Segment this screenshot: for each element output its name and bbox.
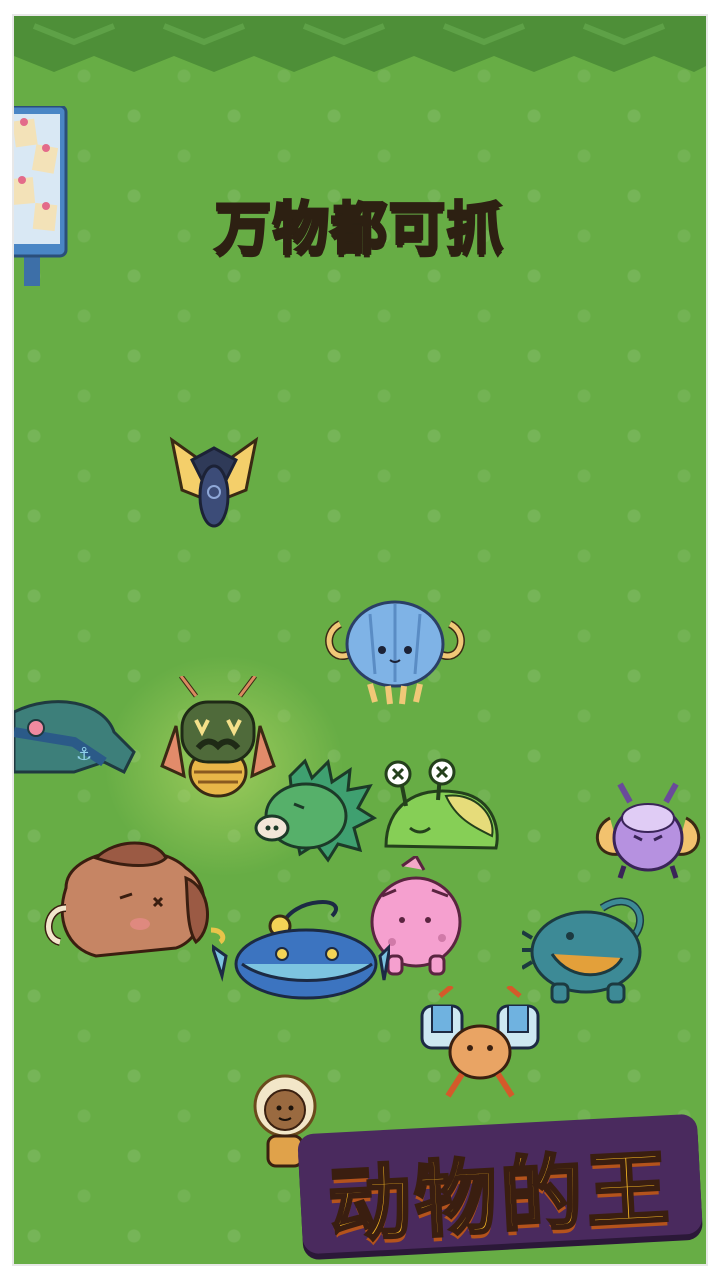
top-hedge	[14, 16, 706, 72]
game-screen: 万物都可抓 ⚓ 动物的王	[14, 16, 706, 1264]
blue-anglerfish-creature[interactable]	[212, 896, 390, 1008]
blue-jellyfish-creature[interactable]	[320, 594, 470, 706]
green-spiky-boar-creature[interactable]	[250, 756, 380, 866]
svg-text:⚓: ⚓	[76, 744, 92, 765]
sleeping-blue-turtle-creature[interactable]: ⚓	[14, 692, 144, 782]
purple-moth-creature[interactable]	[590, 778, 706, 882]
brown-mammoth-creature[interactable]	[36, 838, 232, 968]
green-slug-creature[interactable]	[376, 756, 506, 860]
game-logo: 动物的王	[325, 1140, 677, 1256]
headline-banner: 万物都可抓	[214, 196, 505, 264]
game-logo-panel: 动物的王	[297, 1113, 703, 1255]
blue-claw-crab-creature[interactable]	[418, 986, 542, 1106]
golden-winged-beetle-creature[interactable]	[162, 430, 266, 534]
